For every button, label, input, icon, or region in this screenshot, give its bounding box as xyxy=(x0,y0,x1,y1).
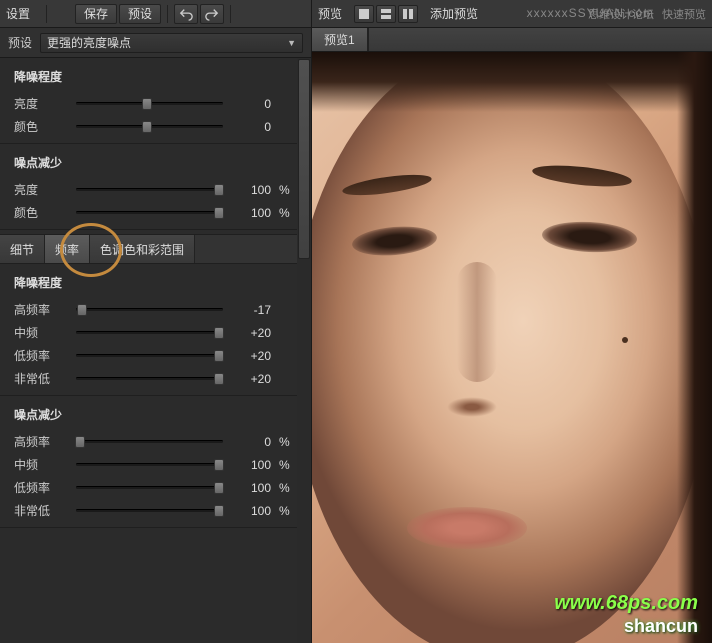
slider-track[interactable] xyxy=(76,96,223,112)
slider-low-freq-2: 低频率 100 % xyxy=(0,475,307,498)
watermark-url: xxxxxxSSYUAN.com xyxy=(527,6,654,20)
slider-high-freq-1: 高频率 -17 xyxy=(0,297,307,320)
preset-label: 预设 xyxy=(8,34,32,51)
watermark-68ps: www.68ps.com xyxy=(554,592,698,615)
divider xyxy=(167,5,168,23)
scroll-area: 降噪程度 亮度 0 颜色 0 噪点减少 亮度 100 % xyxy=(0,58,311,643)
slider-track[interactable] xyxy=(76,348,223,364)
preset-value: 更强的亮度噪点 xyxy=(47,34,131,51)
settings-title: 设置 xyxy=(6,5,30,22)
view-mode-split-v[interactable] xyxy=(398,5,418,23)
scrollbar[interactable] xyxy=(297,58,311,643)
slider-high-freq-2: 高频率 0 % xyxy=(0,429,307,452)
preview-title: 预览 xyxy=(318,5,342,22)
right-topbar: 预览 添加预览 思维设计论坛 快速预览 xxxxxxSSYUAN.com xyxy=(312,0,712,28)
preset-button[interactable]: 预设 xyxy=(119,4,161,24)
view-mode-single[interactable] xyxy=(354,5,374,23)
undo-button[interactable] xyxy=(174,4,198,24)
slider-brightness-1: 亮度 0 xyxy=(0,91,307,114)
chevron-down-icon: ▼ xyxy=(287,38,296,48)
watermark-shancun: shancun xyxy=(624,616,698,637)
preset-row: 预设 更强的亮度噪点 ▼ xyxy=(0,28,311,58)
save-button[interactable]: 保存 xyxy=(75,4,117,24)
slider-track[interactable] xyxy=(76,371,223,387)
slider-track[interactable] xyxy=(76,457,223,473)
redo-button[interactable] xyxy=(200,4,224,24)
section-noise-reduce-1: 噪点减少 xyxy=(0,144,307,177)
slider-brightness-2: 亮度 100 % xyxy=(0,177,307,200)
slider-very-low-1: 非常低 +20 xyxy=(0,366,307,389)
tab-detail[interactable]: 细节 xyxy=(0,235,45,263)
preset-select[interactable]: 更强的亮度噪点 ▼ xyxy=(40,33,303,53)
divider xyxy=(46,5,47,23)
section-noise-degree-1: 降噪程度 xyxy=(0,58,307,91)
slider-color-2: 颜色 100 % xyxy=(0,200,307,223)
scrollbar-thumb[interactable] xyxy=(298,59,310,259)
left-topbar: 设置 保存 预设 xyxy=(0,0,311,28)
slider-very-low-2: 非常低 100 % xyxy=(0,498,307,521)
slider-track[interactable] xyxy=(76,119,223,135)
slider-track[interactable] xyxy=(76,503,223,519)
slider-color-1: 颜色 0 xyxy=(0,114,307,137)
quick-preview-text: 快速预览 xyxy=(662,6,706,22)
slider-track[interactable] xyxy=(76,302,223,318)
slider-track[interactable] xyxy=(76,434,223,450)
view-mode-split-h[interactable] xyxy=(376,5,396,23)
add-preview-link[interactable]: 添加预览 xyxy=(430,5,478,22)
slider-low-freq-1: 低频率 +20 xyxy=(0,343,307,366)
tab-tone-color-range[interactable]: 色调色和彩范围 xyxy=(90,235,195,263)
slider-track[interactable] xyxy=(76,325,223,341)
preview-tabbar: 预览1 xyxy=(312,28,712,52)
preview-tab-rest xyxy=(368,28,712,51)
section-noise-degree-2: 降噪程度 xyxy=(0,264,307,297)
slider-mid-freq-1: 中频 +20 xyxy=(0,320,307,343)
divider xyxy=(230,5,231,23)
section-noise-reduce-2: 噪点减少 xyxy=(0,396,307,429)
tab-bar: 细节 频率 色调色和彩范围 xyxy=(0,234,307,264)
preview-tab-1[interactable]: 预览1 xyxy=(312,28,368,51)
slider-mid-freq-2: 中频 100 % xyxy=(0,452,307,475)
slider-track[interactable] xyxy=(76,205,223,221)
slider-track[interactable] xyxy=(76,182,223,198)
preview-image: www.68ps.com shancun xyxy=(312,52,712,643)
slider-track[interactable] xyxy=(76,480,223,496)
tab-frequency[interactable]: 频率 xyxy=(45,235,90,263)
